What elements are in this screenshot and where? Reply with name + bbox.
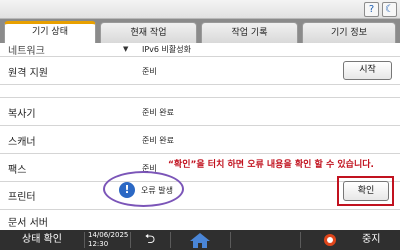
- network-label: 네트워크: [8, 46, 45, 57]
- scanner-label: 스캐너: [8, 137, 36, 148]
- remote-support-status: 준비: [142, 67, 157, 76]
- tab-current-jobs[interactable]: 현재 작업: [100, 22, 197, 43]
- annotation-text: “확인”을 터치 하면 오류 내용을 확인 할 수 있습니다.: [168, 157, 400, 170]
- bottom-divider: [170, 232, 171, 248]
- network-status: IPv6 비활성화: [142, 45, 191, 54]
- stop-icon: [324, 234, 336, 246]
- top-bar: ? ☾: [0, 0, 400, 19]
- bottom-bar: 상태 확인 14/06/2025 12:30 ⮌ 중지: [0, 230, 400, 250]
- status-check-button[interactable]: 상태 확인: [0, 230, 84, 250]
- bottom-divider: [84, 232, 85, 248]
- list-row-copier: 복사기 준비 완료: [0, 98, 400, 126]
- start-button[interactable]: 시작: [343, 61, 392, 80]
- list-row-document-server: 문서 서버: [0, 210, 400, 230]
- printer-label: 프린터: [8, 192, 36, 203]
- bottom-divider: [300, 232, 301, 248]
- tab-job-history[interactable]: 작업 기록: [201, 22, 298, 43]
- network-arrow-icon: ▼: [123, 45, 129, 53]
- home-button[interactable]: [175, 230, 225, 250]
- scanner-status: 준비 완료: [142, 136, 174, 145]
- document-server-label: 문서 서버: [8, 218, 48, 229]
- copier-label: 복사기: [8, 109, 36, 120]
- home-icon: [190, 233, 210, 248]
- back-arrow-icon[interactable]: ⮌: [135, 230, 165, 250]
- error-highlight-circle: [103, 171, 184, 207]
- help-icon[interactable]: ?: [364, 2, 379, 17]
- bottom-divider: [130, 232, 131, 248]
- list-row-network: 네트워크 ▼ IPv6 비활성화: [0, 43, 400, 57]
- time-text: 12:30: [88, 240, 109, 248]
- bottom-divider: [230, 232, 231, 248]
- list-row-remote-support: 원격 지원 준비 시작: [0, 57, 400, 85]
- tab-bar: 기기 상태 현재 작업 작업 기록 기기 정보: [0, 19, 400, 43]
- confirm-highlight-box: [337, 176, 394, 206]
- tab-device-status[interactable]: 기기 상태: [4, 21, 96, 43]
- list-row-scanner: 스캐너 준비 완료: [0, 126, 400, 154]
- fax-label: 팩스: [8, 165, 27, 176]
- remote-support-label: 원격 지원: [8, 68, 48, 79]
- moon-icon[interactable]: ☾: [382, 2, 397, 17]
- stop-label: 중지: [362, 234, 381, 245]
- stop-button[interactable]: 중지: [320, 230, 400, 250]
- section-gap: [0, 85, 400, 98]
- tab-device-info[interactable]: 기기 정보: [302, 22, 396, 43]
- copier-status: 준비 완료: [142, 108, 174, 117]
